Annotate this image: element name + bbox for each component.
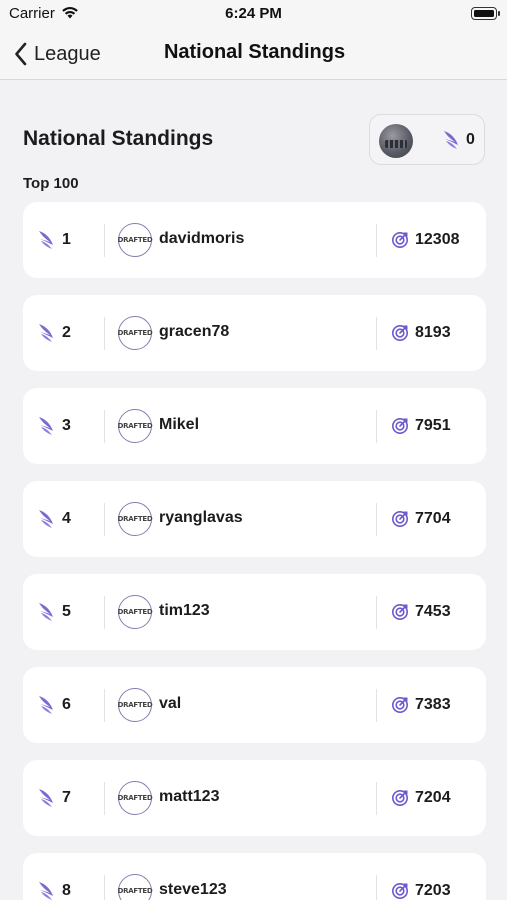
user-summary-chip[interactable]: 0: [369, 114, 485, 165]
player-avatar: DRAFTED: [118, 688, 153, 722]
player-avatar: DRAFTED: [118, 316, 153, 350]
wing-icon: [39, 696, 53, 714]
target-icon: [392, 418, 408, 434]
player-name: gracen78: [159, 323, 230, 340]
player-score: 7951: [415, 417, 451, 434]
player-name: matt123: [159, 788, 220, 805]
divider: [104, 689, 105, 722]
target-icon: [392, 790, 408, 806]
user-avatar: [379, 124, 413, 158]
rank-number: 4: [62, 510, 71, 527]
wing-icon: [39, 603, 53, 621]
divider: [376, 410, 377, 443]
battery-icon: [471, 7, 500, 20]
rank-number: 7: [62, 789, 71, 806]
player-score: 7204: [415, 789, 451, 806]
navigation-bar: League National Standings: [0, 28, 507, 80]
divider: [104, 224, 105, 257]
standing-row[interactable]: 5 DRAFTED tim123 7453: [23, 574, 486, 650]
divider: [376, 782, 377, 815]
target-icon: [392, 511, 408, 527]
nav-title: National Standings: [163, 41, 346, 63]
rank-number: 5: [62, 603, 71, 620]
target-icon: [392, 604, 408, 620]
standing-row[interactable]: 1 DRAFTED davidmoris 12308: [23, 202, 486, 278]
divider: [104, 596, 105, 629]
rank-number: 2: [62, 324, 71, 341]
standing-row[interactable]: 8 DRAFTED steve123 7203: [23, 853, 486, 900]
divider: [376, 596, 377, 629]
player-score: 7453: [415, 603, 451, 620]
rank-number: 8: [62, 882, 71, 899]
clock: 6:24 PM: [225, 5, 282, 22]
player-name: val: [159, 695, 182, 712]
standing-row[interactable]: 4 DRAFTED ryanglavas 7704: [23, 481, 486, 557]
wing-icon: [39, 510, 53, 528]
target-icon: [392, 325, 408, 341]
player-avatar: DRAFTED: [118, 874, 153, 900]
wing-icon: [39, 882, 53, 900]
player-name: Mikel: [159, 416, 200, 433]
player-score: 12308: [415, 231, 460, 248]
user-count: 0: [466, 131, 475, 148]
target-icon: [392, 697, 408, 713]
divider: [104, 782, 105, 815]
top-list-heading: Top 100: [23, 175, 79, 192]
wing-icon: [39, 231, 53, 249]
status-bar: Carrier 6:24 PM: [0, 0, 507, 28]
divider: [104, 503, 105, 536]
player-avatar: DRAFTED: [118, 409, 153, 443]
divider: [376, 689, 377, 722]
player-score: 7704: [415, 510, 451, 527]
target-icon: [392, 883, 408, 899]
wing-icon: [39, 789, 53, 807]
divider: [376, 317, 377, 350]
standing-row[interactable]: 6 DRAFTED val 7383: [23, 667, 486, 743]
divider: [376, 224, 377, 257]
divider: [104, 410, 105, 443]
player-avatar: DRAFTED: [118, 595, 153, 629]
player-avatar: DRAFTED: [118, 502, 153, 536]
wing-icon: [39, 417, 53, 435]
player-name: tim123: [159, 602, 210, 619]
page-title: National Standings: [23, 127, 214, 150]
player-name: davidmoris: [159, 230, 245, 247]
player-avatar: DRAFTED: [118, 223, 153, 257]
player-score: 7383: [415, 696, 451, 713]
wing-icon: [444, 131, 458, 149]
player-name: ryanglavas: [159, 509, 243, 526]
divider: [376, 875, 377, 900]
rank-number: 1: [62, 231, 71, 248]
standing-row[interactable]: 7 DRAFTED matt123 7204: [23, 760, 486, 836]
target-icon: [392, 232, 408, 248]
divider: [104, 317, 105, 350]
wing-icon: [39, 324, 53, 342]
standing-row[interactable]: 3 DRAFTED Mikel 7951: [23, 388, 486, 464]
player-score: 7203: [415, 882, 451, 899]
player-score: 8193: [415, 324, 451, 341]
rank-number: 3: [62, 417, 71, 434]
player-avatar: DRAFTED: [118, 781, 153, 815]
standing-row[interactable]: 2 DRAFTED gracen78 8193: [23, 295, 486, 371]
divider: [376, 503, 377, 536]
player-name: steve123: [159, 881, 227, 898]
divider: [104, 875, 105, 900]
rank-number: 6: [62, 696, 71, 713]
